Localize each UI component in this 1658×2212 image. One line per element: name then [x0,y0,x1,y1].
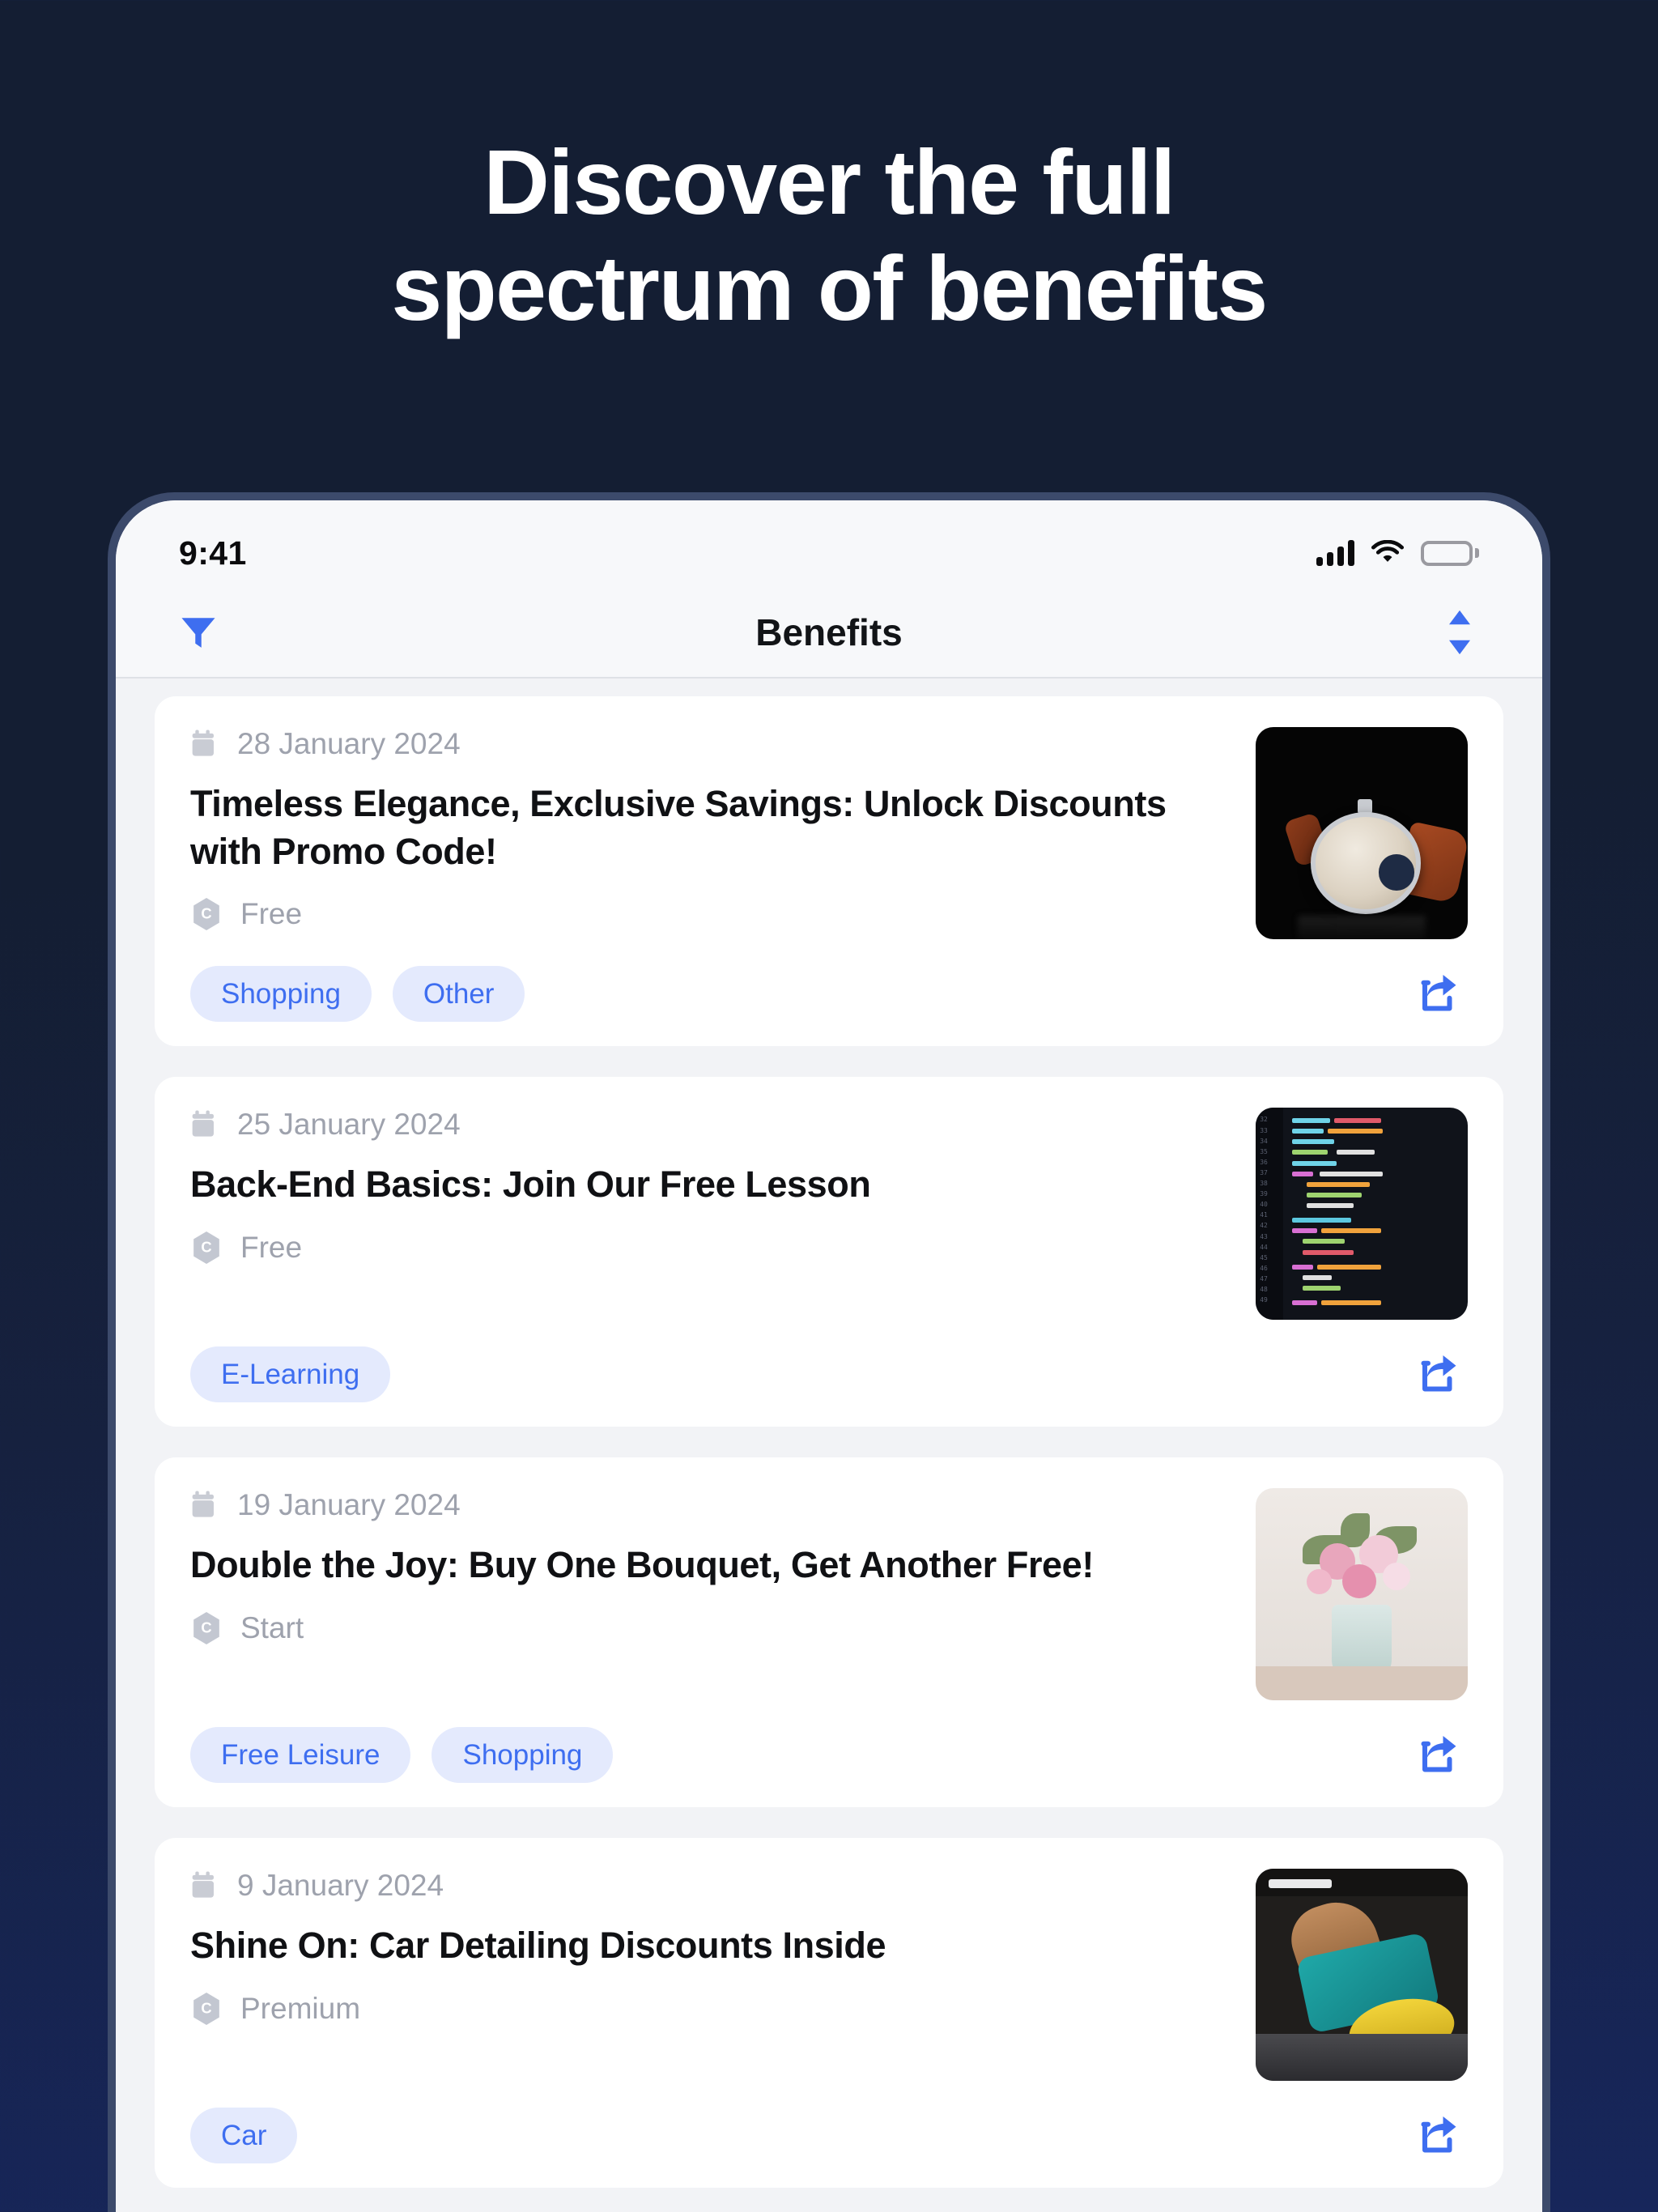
battery-full-icon [1421,540,1479,566]
card-date-row: 28 January 2024 [190,727,1231,761]
card-tags: Car [190,2108,298,2163]
card-tier: Free [240,897,303,930]
svg-text:C: C [201,905,211,922]
card-tier-row: C Start [190,1610,1231,1646]
headline-line-1: Discover the full [483,131,1175,233]
card-tag[interactable]: Car [190,2108,298,2163]
svg-text:C: C [201,1619,211,1636]
card-tier: Premium [240,1991,361,2025]
phone-screen: 9:41 Benefits 28 January 2024 Timeless E… [116,500,1542,2212]
hexagon-c-icon: C [190,1230,223,1266]
card-tier: Free [240,1230,303,1264]
sort-updown-arrows-icon[interactable] [1431,603,1489,661]
page-headline: Discover the full spectrum of benefits [0,130,1658,342]
card-tags: Free Leisure Shopping [190,1727,614,1783]
card-date: 25 January 2024 [237,1108,461,1141]
card-tag[interactable]: Shopping [432,1727,614,1783]
headline-line-2: spectrum of benefits [391,237,1268,340]
calendar-icon [190,729,219,759]
status-bar-time: 9:41 [179,534,247,572]
card-tag[interactable]: E-Learning [190,1346,391,1402]
card-title: Shine On: Car Detailing Discounts Inside [190,1925,886,1966]
calendar-icon [190,1109,219,1140]
card-tag[interactable]: Free Leisure [190,1727,411,1783]
navigation-bar: Benefits [116,588,1542,678]
card-thumbnail [1256,727,1468,939]
card-date: 28 January 2024 [237,727,461,760]
status-bar: 9:41 [116,500,1542,588]
card-tags: E-Learning [190,1346,391,1402]
card-tier-row: C Premium [190,1991,1231,2027]
card-title: Timeless Elegance, Exclusive Savings: Un… [190,783,1167,872]
card-tag[interactable]: Shopping [190,966,372,1022]
share-icon[interactable] [1409,963,1468,1022]
svg-text:C: C [201,1999,211,2016]
card-date: 19 January 2024 [237,1488,461,1521]
share-icon[interactable] [1409,2105,1468,2163]
card-date: 9 January 2024 [237,1869,444,1902]
card-tag[interactable]: Other [392,966,525,1022]
hexagon-c-icon: C [190,896,223,932]
card-date-row: 19 January 2024 [190,1488,1231,1522]
card-thumbnail [1256,1488,1468,1700]
hexagon-c-icon: C [190,1991,223,2027]
benefit-card[interactable]: 9 January 2024 Shine On: Car Detailing D… [155,1838,1503,2188]
filter-funnel-icon[interactable] [169,603,227,661]
card-title: Double the Joy: Buy One Bouquet, Get Ano… [190,1544,1094,1585]
card-tier-row: C Free [190,1230,1231,1266]
card-date-row: 9 January 2024 [190,1869,1231,1903]
calendar-icon [190,1490,219,1521]
share-icon[interactable] [1409,1344,1468,1402]
hexagon-c-icon: C [190,1610,223,1646]
phone-mockup-frame: 9:41 Benefits 28 January 2024 Timeless E… [108,492,1550,2212]
card-tier-row: C Free [190,896,1231,932]
benefit-card[interactable]: 19 January 2024 Double the Joy: Buy One … [155,1457,1503,1807]
benefit-card[interactable]: 25 January 2024 Back-End Basics: Join Ou… [155,1077,1503,1427]
card-date-row: 25 January 2024 [190,1108,1231,1142]
wifi-icon [1371,540,1405,566]
card-tier: Start [240,1610,304,1644]
benefits-list[interactable]: 28 January 2024 Timeless Elegance, Exclu… [116,678,1542,2212]
cellular-signal-icon [1316,540,1354,566]
share-icon[interactable] [1409,1725,1468,1783]
page-title: Benefits [755,611,903,653]
card-tags: Shopping Other [190,966,525,1022]
status-bar-icons [1316,540,1479,566]
card-thumbnail [1256,1869,1468,2081]
calendar-icon [190,1870,219,1901]
card-title: Back-End Basics: Join Our Free Lesson [190,1163,871,1205]
svg-text:C: C [201,1238,211,1255]
benefit-card[interactable]: 28 January 2024 Timeless Elegance, Exclu… [155,696,1503,1046]
card-thumbnail: 32 33 34 35 36 37 38 39 40 41 42 43 44 45 46 47 … [1256,1108,1468,1320]
